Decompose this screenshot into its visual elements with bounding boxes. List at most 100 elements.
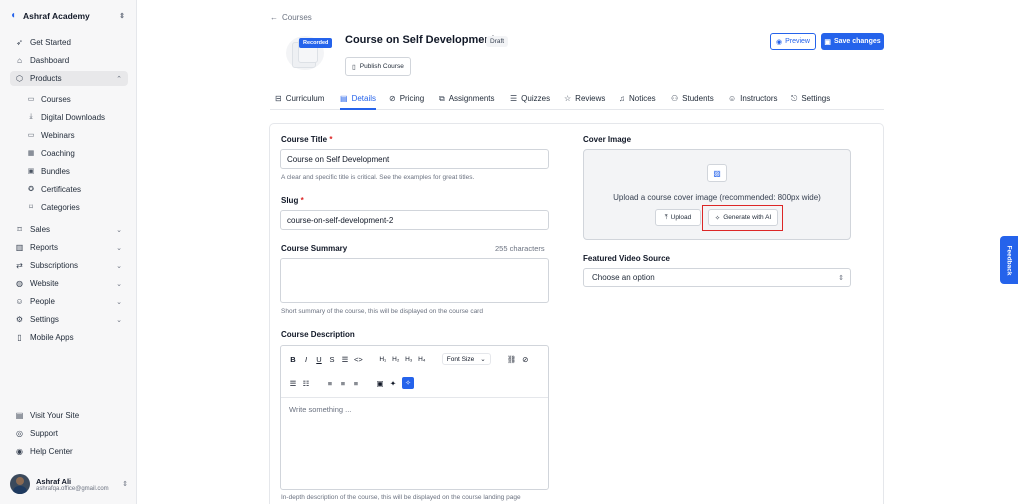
sidebar-subitem-courses[interactable]: ▭ Courses xyxy=(27,92,127,106)
tab-notices[interactable]: ♫ Notices xyxy=(619,94,656,110)
help-circle-icon: ◉ xyxy=(16,447,23,456)
org-switcher[interactable]: ◖ Ashraf Academy ⇕ xyxy=(10,8,125,24)
course-summary-textarea[interactable] xyxy=(280,258,549,303)
sidebar-item-website[interactable]: ◍ Website ⌄ xyxy=(10,276,128,291)
file-text-icon: ▤ xyxy=(340,94,348,103)
tab-students[interactable]: ⚇ Students xyxy=(671,94,714,110)
page-title: Course on Self Development xyxy=(345,34,495,46)
tab-pricing[interactable]: ⊘ Pricing xyxy=(389,94,424,110)
copy-icon: ⧉ xyxy=(439,94,445,103)
ordered-list-icon[interactable]: ☷ xyxy=(302,379,310,388)
user-name: Ashraf Ali xyxy=(36,476,72,486)
slug-input[interactable]: course-on-self-development-2 xyxy=(280,210,549,230)
sidebar-item-support[interactable]: ◎ Support xyxy=(10,426,128,441)
tab-label: Curriculum xyxy=(285,94,325,103)
back-link-label: Courses xyxy=(282,13,312,22)
calendar-icon: ▦ xyxy=(27,150,35,157)
chevron-up-icon: ⌃ xyxy=(116,75,122,83)
align-left-icon[interactable]: ≡ xyxy=(326,379,334,388)
tab-settings[interactable]: ⎋ Settings xyxy=(791,94,830,110)
sidebar-subitem-categories[interactable]: ⌑ Categories xyxy=(27,200,127,214)
chevron-down-icon: ⌄ xyxy=(116,262,122,270)
sidebar-item-people[interactable]: ☺ People ⌄ xyxy=(10,294,128,309)
sidebar-item-dashboard[interactable]: ⌂ Dashboard xyxy=(10,53,128,68)
image-icon[interactable]: ▣ xyxy=(376,379,384,388)
strikethrough-icon[interactable]: S xyxy=(328,355,336,364)
tab-instructors[interactable]: ☺ Instructors xyxy=(728,94,778,110)
align-center-icon[interactable]: ≡ xyxy=(339,379,347,388)
tab-details[interactable]: ▤ Details xyxy=(340,94,377,110)
summary-character-count: 255 characters xyxy=(495,244,545,253)
description-placeholder[interactable]: Write something ... xyxy=(289,405,351,414)
course-description-help: In-depth description of the course, this… xyxy=(281,494,521,501)
sidebar-item-label: Products xyxy=(30,74,62,83)
globe-icon: ◍ xyxy=(16,279,23,288)
ai-assist-icon[interactable]: ✧ xyxy=(402,377,414,389)
chevron-down-icon: ⌄ xyxy=(480,356,486,363)
tab-quizzes[interactable]: ☰ Quizzes xyxy=(510,94,550,110)
org-name: Ashraf Academy xyxy=(23,11,90,21)
sidebar: ◖ Ashraf Academy ⇕ ➶ Get Started ⌂ Dashb… xyxy=(0,0,137,504)
sidebar-item-label: Mobile Apps xyxy=(30,333,74,342)
editor-toolbar-row-2: ☰ ☷ ≡ ≡ ≡ ▣ ✦ ✧ xyxy=(289,377,414,389)
heading-3-icon[interactable]: H₃ xyxy=(405,356,413,363)
sidebar-subitem-label: Categories xyxy=(41,202,80,212)
sidebar-subitem-coaching[interactable]: ▦ Coaching xyxy=(27,146,127,160)
sidebar-item-mobile-apps[interactable]: ▯ Mobile Apps xyxy=(10,330,128,345)
sidebar-item-label: Help Center xyxy=(30,447,73,456)
heading-2-icon[interactable]: H₂ xyxy=(392,356,400,363)
brand-logo-icon: ◖ xyxy=(10,10,17,21)
sidebar-item-subscriptions[interactable]: ⇄ Subscriptions ⌄ xyxy=(10,258,128,273)
unlink-icon[interactable]: ⊘ xyxy=(521,355,529,364)
sidebar-subitem-digital-downloads[interactable]: ⤓ Digital Downloads xyxy=(27,110,127,124)
back-link[interactable]: ← Courses xyxy=(270,13,312,22)
sidebar-item-label: Settings xyxy=(30,315,59,324)
blockquote-icon[interactable]: ☰ xyxy=(341,355,349,364)
font-size-select[interactable]: Font Size ⌄ xyxy=(441,353,491,365)
italic-icon[interactable]: I xyxy=(302,355,310,364)
award-icon: ✪ xyxy=(28,186,34,193)
book-icon: ▭ xyxy=(27,96,35,103)
align-right-icon[interactable]: ≡ xyxy=(352,379,360,388)
sidebar-subitem-label: Webinars xyxy=(41,130,75,140)
heading-4-icon[interactable]: H₄ xyxy=(418,356,426,363)
bold-icon[interactable]: B xyxy=(289,355,297,364)
sidebar-item-products[interactable]: ⬡ Products ⌃ xyxy=(10,71,128,86)
sidebar-subitem-certificates[interactable]: ✪ Certificates xyxy=(27,182,127,196)
tab-curriculum[interactable]: ⊟ Curriculum xyxy=(275,94,324,110)
sidebar-item-visit-site[interactable]: ▤ Visit Your Site xyxy=(10,408,128,423)
sidebar-item-settings[interactable]: ⚙ Settings ⌄ xyxy=(10,312,128,327)
underline-icon[interactable]: U xyxy=(315,355,323,364)
sidebar-item-reports[interactable]: ▥ Reports ⌄ xyxy=(10,240,128,255)
feedback-tab[interactable]: Feedback xyxy=(1000,236,1018,284)
chevron-down-icon: ⌄ xyxy=(116,244,122,252)
upload-button[interactable]: ⤒ Upload xyxy=(655,209,701,226)
sidebar-subitem-bundles[interactable]: ▣ Bundles xyxy=(27,164,127,178)
featured-video-select[interactable]: Choose an option ⇕ xyxy=(583,268,851,287)
sidebar-item-sales[interactable]: ⌑ Sales ⌄ xyxy=(10,222,128,237)
sidebar-item-label: Get Started xyxy=(30,38,71,47)
chevron-down-icon: ⌄ xyxy=(116,316,122,324)
chevron-updown-icon: ⇕ xyxy=(119,13,125,20)
chart-icon: ▥ xyxy=(15,243,24,252)
sidebar-item-help-center[interactable]: ◉ Help Center xyxy=(10,444,128,459)
bullet-list-icon[interactable]: ☰ xyxy=(289,379,297,388)
tab-reviews[interactable]: ☆ Reviews xyxy=(564,94,605,110)
tab-assignments[interactable]: ⧉ Assignments xyxy=(439,94,495,110)
user-menu[interactable]: Ashraf Ali ashrafqa.office@gmail.com ⇕ xyxy=(10,472,128,496)
chevron-updown-icon: ⇕ xyxy=(122,481,128,488)
preview-button[interactable]: ◉ Preview xyxy=(770,33,816,50)
sidebar-item-get-started[interactable]: ➶ Get Started xyxy=(10,35,128,50)
box-icon: ⬡ xyxy=(16,74,23,83)
course-title-input[interactable]: Course on Self Development xyxy=(280,149,549,169)
link-icon[interactable]: ⛓ xyxy=(507,355,517,364)
publish-course-button[interactable]: ▯ Publish Course xyxy=(345,57,411,76)
sparkle-icon[interactable]: ✦ xyxy=(389,379,397,388)
code-icon[interactable]: <> xyxy=(354,355,363,364)
package-icon: ▣ xyxy=(27,168,35,175)
sidebar-subitem-webinars[interactable]: ▭ Webinars xyxy=(27,128,127,142)
tab-label: Pricing xyxy=(399,94,425,103)
course-summary-help: Short summary of the course, this will b… xyxy=(281,308,483,315)
save-changes-button[interactable]: ▣ Save changes xyxy=(821,33,884,50)
heading-1-icon[interactable]: H₁ xyxy=(379,356,387,363)
